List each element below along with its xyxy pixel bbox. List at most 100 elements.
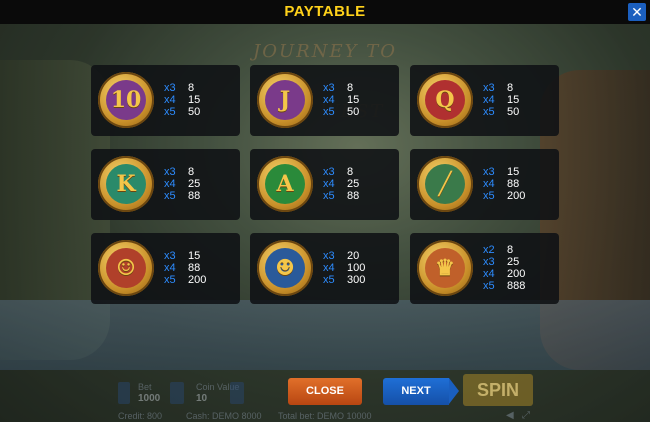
payout-multiplier: x4 [483,268,495,280]
symbol-glyph: ╱ [425,164,465,204]
payout-multiplier: x4 [323,178,335,190]
paytable-card-10: 10 x3 8 x4 15 x5 50 [91,65,240,136]
payout-multiplier: x3 [323,166,335,178]
payout-multiplier: x3 [483,256,495,268]
credit-readout: Credit: 800 [118,411,163,421]
fullscreen-icon[interactable]: ⤢ [522,410,530,421]
payout-multiplier: x3 [164,82,176,94]
payout-amount: 100 [347,262,366,274]
payout-multiplier: x3 [164,250,176,262]
payout-multiplier: x5 [323,106,335,118]
paytable-card-staff: ╱ x3 15 x4 88 x5 200 [410,149,559,220]
paytable-card-Q: Qx3 8 x4 15 x5 50 [410,65,559,136]
paytable-grid: 10 x3 8 x4 15 x5 50 Jx3 8 x4 15 x5 50 Qx3 8 x4 15 x5 50 Kx3… [91,65,561,305]
payout-list: x2 8 x3 25 x4 200 x5 888 [483,233,559,304]
payout-multiplier: x5 [164,190,176,202]
payout-amount: 88 [188,190,201,202]
payout-amount: 15 [188,250,201,262]
symbol-10-icon: 10 [98,72,154,128]
payout-amount: 8 [347,82,354,94]
symbol-glyph: K [106,164,146,204]
symbol-glyph: J [265,80,305,120]
close-button[interactable]: CLOSE [288,378,362,405]
payout-amount: 25 [188,178,201,190]
spin-button[interactable]: SPIN [463,374,533,406]
payout-multiplier: x5 [483,190,495,202]
payout-amount: 8 [347,166,354,178]
paytable-card-pigsy: ☺ x3 15 x4 88 x5 200 [91,233,240,304]
symbol-A-icon: A [257,156,313,212]
payout-multiplier: x4 [164,94,176,106]
total-bet-readout: Total bet: DEMO 10000 [278,411,372,421]
bet-value: 1000 [138,393,161,404]
payout-multiplier: x3 [323,82,335,94]
payout-multiplier: x3 [483,82,495,94]
payout-multiplier: x3 [164,166,176,178]
payout-list: x3 8 x4 15 x5 50 [323,65,399,136]
bet-stepper[interactable] [170,382,184,404]
payout-amount: 15 [347,94,360,106]
payout-list: x3 8 x4 15 x5 50 [164,65,240,136]
payout-amount: 200 [507,190,526,202]
symbol-Q-icon: Q [417,72,473,128]
payout-amount: 200 [507,268,526,280]
paytable-card-A: Ax3 8 x4 25 x5 88 [250,149,399,220]
symbol-glyph: ♛ [425,248,465,288]
payout-multiplier: x5 [483,280,495,292]
payout-multiplier: x4 [164,262,176,274]
payout-multiplier: x4 [164,178,176,190]
payout-amount: 88 [507,178,520,190]
paytable-card-monkey: ♛ x2 8 x3 25 x4 200 x5 888 [410,233,559,304]
paytable-card-sandy: ☻ x3 20 x4 100 x5 300 [250,233,399,304]
symbol-glyph: Q [425,80,465,120]
payout-amount: 300 [347,274,366,286]
payout-amount: 15 [188,94,201,106]
payout-multiplier: x4 [483,94,495,106]
paytable-card-J: Jx3 8 x4 15 x5 50 [250,65,399,136]
payout-amount: 8 [188,166,195,178]
bet-label: Bet [138,382,152,392]
info-button[interactable] [118,382,130,404]
payout-multiplier: x5 [483,106,495,118]
next-button[interactable]: NEXT [383,378,449,405]
payout-multiplier: x3 [323,250,335,262]
symbol-K-icon: K [98,156,154,212]
coin-value-stepper[interactable] [230,382,244,404]
payout-multiplier: x4 [323,94,335,106]
payout-amount: 50 [347,106,360,118]
page-title: PAYTABLE [284,3,366,20]
payout-list: x3 8 x4 25 x5 88 [164,149,240,220]
coin-value: 10 [196,393,208,404]
next-arrow-icon[interactable] [449,378,459,404]
close-icon[interactable]: ✕ [628,3,646,21]
title-bar: PAYTABLE ✕ [0,0,650,24]
symbol-J-icon: J [257,72,313,128]
payout-list: x3 15 x4 88 x5 200 [483,149,559,220]
sound-icon[interactable]: ◀ [506,410,514,421]
payout-list: x3 20 x4 100 x5 300 [323,233,399,304]
payout-multiplier: x2 [483,244,495,256]
payout-amount: 15 [507,94,520,106]
payout-list: x3 8 x4 25 x5 88 [323,149,399,220]
payout-amount: 25 [347,178,360,190]
payout-multiplier: x4 [483,178,495,190]
paytable-card-K: Kx3 8 x4 25 x5 88 [91,149,240,220]
payout-multiplier: x5 [323,274,335,286]
symbol-glyph: ☺ [106,248,146,288]
cash-readout: Cash: DEMO 8000 [186,411,262,421]
payout-amount: 25 [507,256,520,268]
symbol-glyph: ☻ [265,248,305,288]
symbol-pigsy-icon: ☺ [98,240,154,296]
payout-amount: 8 [507,244,514,256]
payout-multiplier: x5 [323,190,335,202]
payout-amount: 15 [507,166,520,178]
payout-amount: 88 [188,262,201,274]
payout-amount: 50 [507,106,520,118]
payout-amount: 888 [507,280,526,292]
symbol-staff-icon: ╱ [417,156,473,212]
payout-amount: 20 [347,250,360,262]
payout-amount: 8 [188,82,195,94]
payout-amount: 8 [507,82,514,94]
payout-multiplier: x4 [323,262,335,274]
symbol-sandy-icon: ☻ [257,240,313,296]
